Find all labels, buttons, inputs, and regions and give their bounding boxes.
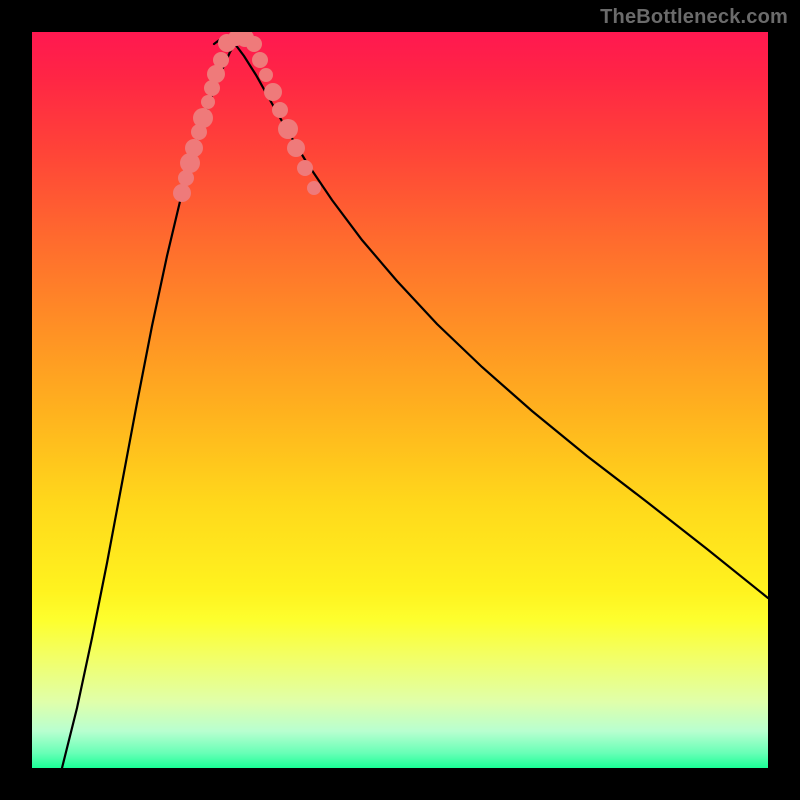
data-marker [287,139,305,157]
data-marker [307,181,321,195]
right-curve [235,44,768,598]
plot-area [32,32,768,768]
left-curve [62,44,235,768]
data-marker [173,184,191,202]
data-marker [213,52,229,68]
watermark-text: TheBottleneck.com [600,6,788,29]
chart-frame: TheBottleneck.com [0,0,800,800]
data-marker [246,36,262,52]
data-marker [297,160,313,176]
data-marker [201,95,215,109]
data-marker [264,83,282,101]
chart-svg [32,32,768,768]
data-markers [173,32,321,202]
data-marker [252,52,268,68]
data-marker [185,139,203,157]
data-marker [272,102,288,118]
data-marker [259,68,273,82]
data-marker [193,108,213,128]
data-marker [278,119,298,139]
